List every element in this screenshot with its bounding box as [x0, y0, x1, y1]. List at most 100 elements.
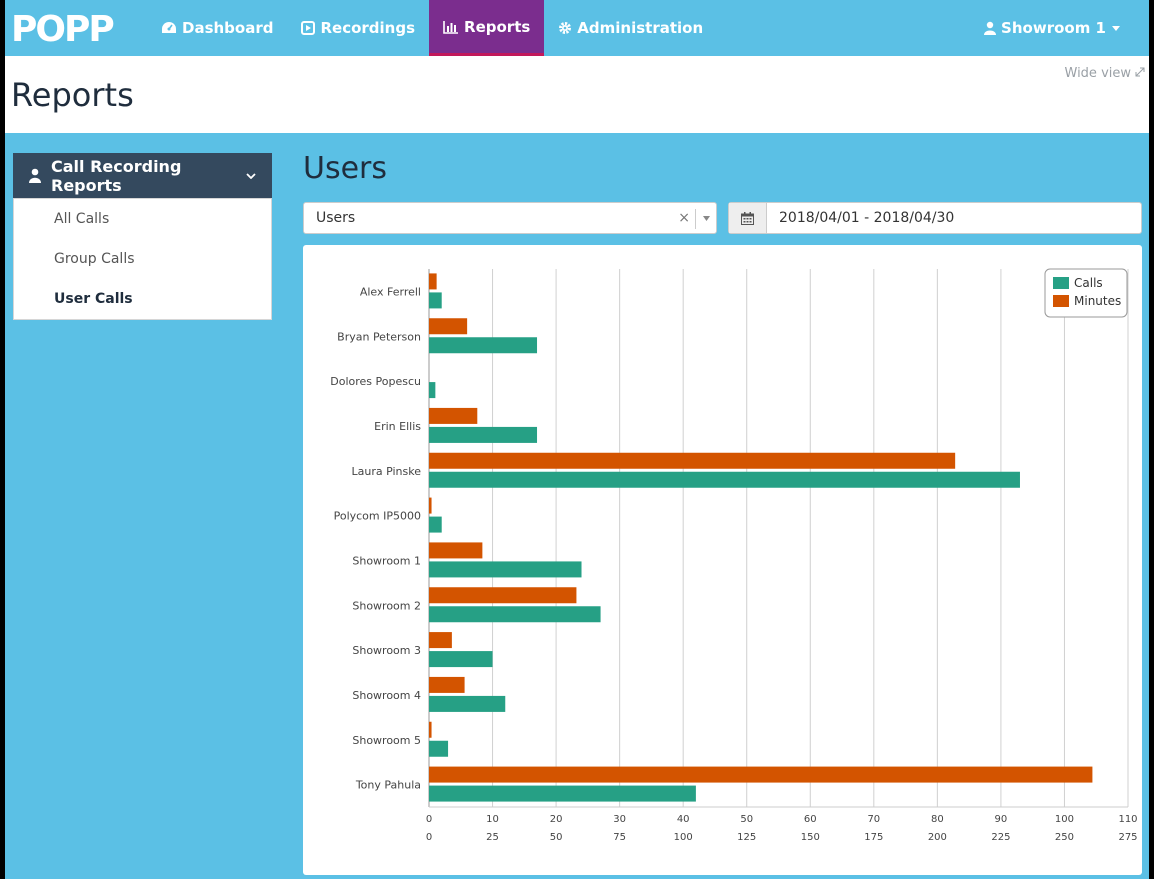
legend-label: Calls	[1074, 276, 1103, 290]
minutes-axis-tick: 0	[426, 832, 432, 843]
bar-chart-icon	[443, 20, 459, 34]
bar-calls	[429, 471, 1020, 488]
report-type-value: Users	[316, 210, 356, 226]
bar-minutes	[429, 632, 452, 649]
calls-axis-tick: 90	[995, 814, 1008, 825]
category-label: Erin Ellis	[374, 420, 421, 433]
user-menu-label: Showroom 1	[1001, 19, 1106, 37]
bar-calls	[429, 382, 436, 399]
chevron-down-icon	[246, 172, 256, 179]
dashboard-icon	[161, 21, 177, 35]
category-label: Tony Pahula	[355, 779, 421, 792]
nav-administration-label: Administration	[577, 19, 704, 37]
category-label: Laura Pinske	[352, 465, 422, 478]
bar-calls	[429, 695, 506, 712]
nav-dashboard[interactable]: Dashboard	[147, 0, 287, 56]
bar-minutes	[429, 721, 432, 738]
popp-logo[interactable]: POPP	[11, 8, 121, 48]
play-icon	[301, 21, 316, 35]
category-label: Showroom 3	[352, 644, 421, 657]
bar-minutes	[429, 587, 577, 604]
calls-axis-tick: 80	[931, 814, 944, 825]
bar-calls	[429, 337, 538, 354]
category-label: Showroom 4	[352, 689, 421, 702]
calls-axis-tick: 100	[1055, 814, 1074, 825]
minutes-axis-tick: 150	[801, 832, 820, 843]
page-header: Reports Wide view	[5, 56, 1149, 133]
bar-minutes	[429, 452, 956, 469]
wide-view-label: Wide view	[1064, 66, 1132, 81]
page-title: Reports	[11, 76, 134, 114]
category-label: Alex Ferrell	[360, 285, 421, 298]
minutes-axis-tick: 225	[991, 832, 1010, 843]
minutes-axis-tick: 250	[1055, 832, 1074, 843]
bar-minutes	[429, 407, 478, 424]
bar-minutes	[429, 676, 465, 693]
svg-text:POPP: POPP	[11, 10, 113, 46]
category-label: Bryan Peterson	[337, 330, 421, 343]
calendar-icon[interactable]	[729, 203, 767, 233]
nav-administration[interactable]: Administration	[544, 0, 717, 56]
bar-calls	[429, 785, 696, 802]
calls-axis-tick: 70	[867, 814, 880, 825]
category-label: Showroom 1	[352, 554, 421, 567]
calls-axis-tick: 50	[740, 814, 753, 825]
minutes-axis-tick: 50	[550, 832, 563, 843]
sidebar-item-all-calls[interactable]: All Calls	[14, 199, 271, 239]
nav-recordings-label: Recordings	[320, 19, 416, 37]
bar-minutes	[429, 318, 468, 335]
chart-panel: Alex Ferrell Bryan Peterson Dolores Popesc…	[303, 245, 1142, 875]
nav-reports[interactable]: Reports	[429, 0, 545, 56]
calls-axis-tick: 0	[426, 814, 432, 825]
sidebar-list: All Calls Group Calls User Calls	[13, 198, 272, 320]
gear-icon	[558, 21, 572, 35]
bar-calls	[429, 292, 442, 309]
wide-view-button[interactable]: Wide view	[1065, 66, 1146, 81]
bar-calls	[429, 516, 442, 533]
sidebar-title: Call Recording Reports	[51, 156, 182, 195]
minutes-axis-tick: 175	[864, 832, 883, 843]
bar-calls	[429, 740, 449, 757]
bar-minutes	[429, 542, 483, 559]
bar-calls	[429, 561, 582, 578]
legend-label: Minutes	[1074, 294, 1121, 308]
report-type-select[interactable]: Users ×	[303, 202, 717, 234]
sidebar-header[interactable]: Call Recording Reports	[13, 153, 272, 198]
bar-minutes	[429, 497, 432, 514]
expand-icon	[1135, 66, 1145, 81]
date-range-picker[interactable]: 2018/04/01 - 2018/04/30	[728, 202, 1142, 234]
category-label: Showroom 5	[352, 734, 421, 747]
bar-minutes	[429, 273, 437, 290]
bar-minutes	[429, 766, 1093, 783]
calls-axis-tick: 10	[486, 814, 499, 825]
calls-axis-tick: 30	[613, 814, 626, 825]
legend-swatch	[1053, 277, 1069, 289]
category-label: Dolores Popescu	[330, 375, 421, 388]
clear-icon[interactable]: ×	[678, 210, 690, 226]
section-title: Users	[303, 151, 388, 186]
minutes-axis-tick: 200	[928, 832, 947, 843]
minutes-axis-tick: 100	[674, 832, 693, 843]
minutes-axis-tick: 275	[1118, 832, 1137, 843]
sidebar-item-user-calls[interactable]: User Calls	[14, 279, 271, 319]
caret-down-icon[interactable]	[703, 215, 710, 221]
calls-axis-tick: 110	[1118, 814, 1137, 825]
date-range-value: 2018/04/01 - 2018/04/30	[779, 210, 955, 226]
minutes-axis-tick: 125	[737, 832, 756, 843]
users-bar-chart: Alex Ferrell Bryan Peterson Dolores Popesc…	[330, 268, 1138, 843]
sidebar-item-group-calls[interactable]: Group Calls	[14, 239, 271, 279]
user-menu[interactable]: Showroom 1	[970, 0, 1139, 56]
bar-calls	[429, 426, 538, 443]
nav-dashboard-label: Dashboard	[182, 19, 274, 37]
bar-calls	[429, 651, 493, 668]
nav-reports-label: Reports	[464, 17, 531, 36]
legend-swatch	[1053, 295, 1069, 307]
bar-calls	[429, 606, 601, 623]
popp-logo-mark: POPP	[11, 10, 115, 46]
nav-recordings[interactable]: Recordings	[287, 0, 429, 56]
user-icon	[984, 21, 997, 35]
calls-axis-tick: 20	[550, 814, 563, 825]
caret-down-icon	[1112, 25, 1120, 31]
calls-axis-tick: 40	[677, 814, 690, 825]
category-label: Polycom IP5000	[334, 510, 421, 523]
